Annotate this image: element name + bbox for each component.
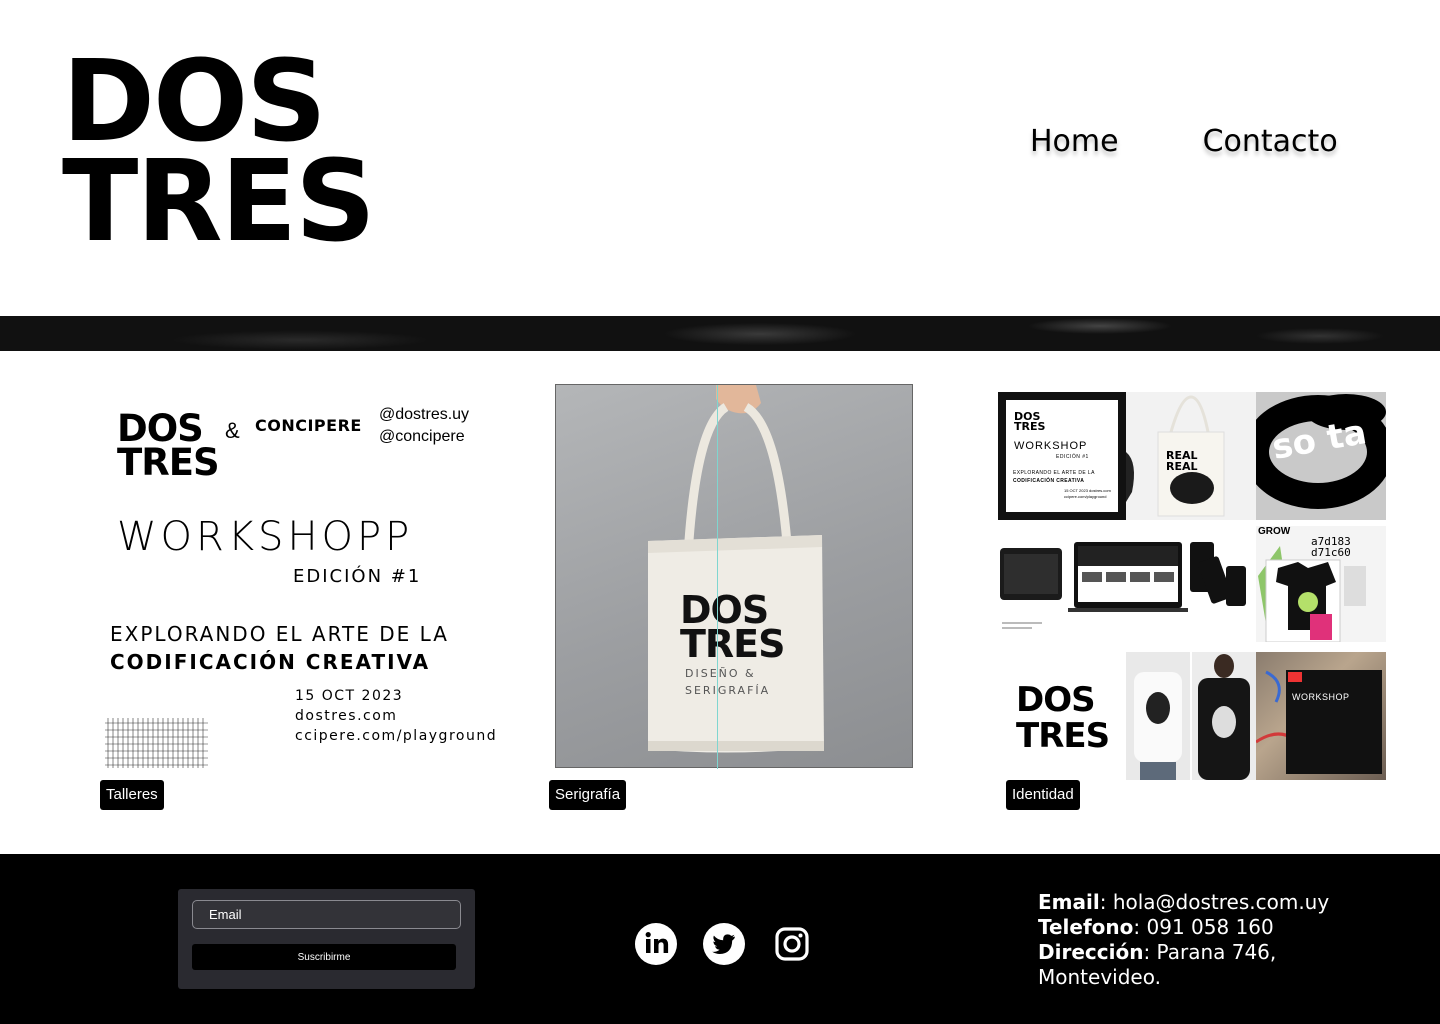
mini-expl: EXPLORANDO EL ARTE DE LA bbox=[1013, 470, 1095, 476]
nav-home[interactable]: Home bbox=[1030, 124, 1119, 159]
logo-line-2: TRES bbox=[62, 137, 376, 267]
poster-site-1: dostres.com bbox=[295, 708, 398, 724]
mini-logo-2: TRES bbox=[1014, 420, 1046, 433]
poster-handle-1: @dostres.uy bbox=[379, 406, 470, 423]
instagram-icon[interactable] bbox=[770, 922, 814, 966]
nav-contacto[interactable]: Contacto bbox=[1203, 124, 1338, 159]
tote-subtitle: DISEÑO & SERIGRAFÍA bbox=[685, 665, 770, 699]
tag-talleres[interactable]: Talleres bbox=[100, 780, 164, 810]
poster-grid-pattern bbox=[105, 718, 208, 768]
poster-logo: DOS TRES bbox=[117, 410, 220, 484]
collage-wall-workshop: WORKSHOP bbox=[1292, 692, 1350, 702]
collage-model-black bbox=[1192, 652, 1256, 780]
collage-code: a7d183 d71c60 bbox=[1311, 536, 1351, 558]
collage-big-logo-2: TRES bbox=[1016, 716, 1110, 756]
mini-info: 15 OCT 2023 dostres.com ccipere.com/play… bbox=[1064, 488, 1111, 499]
poster-site-2: ccipere.com/playground bbox=[295, 728, 498, 744]
subscribe-button[interactable]: Suscribirme bbox=[192, 944, 456, 970]
contact-email-value[interactable]: hola@dostres.com.uy bbox=[1113, 890, 1329, 914]
mini-logo: DOS TRES bbox=[1014, 411, 1046, 433]
contact-phone-label: Telefono bbox=[1038, 915, 1134, 939]
contact-address-label: Dirección bbox=[1038, 940, 1144, 964]
contact-email: Email: hola@dostres.com.uy bbox=[1038, 890, 1330, 914]
mini-cod: CODIFICACIÓN CREATIVA bbox=[1013, 478, 1085, 484]
contact-info: Email: hola@dostres.com.uy Telefono: 091… bbox=[1038, 890, 1338, 990]
identity-collage-image[interactable]: DOS TRES WORKSHOP EDICIÓN #1 EXPLORANDO … bbox=[998, 392, 1386, 782]
tote-sub-1: DISEÑO & bbox=[685, 667, 756, 680]
tag-identidad[interactable]: Identidad bbox=[1006, 780, 1080, 810]
mini-workshop: WORKSHOP bbox=[1014, 440, 1088, 452]
collage-wall-poster: WORKSHOP bbox=[1256, 652, 1386, 780]
site-logo[interactable]: DOS TRES bbox=[62, 46, 376, 267]
collage-mini-poster: DOS TRES WORKSHOP EDICIÓN #1 EXPLORANDO … bbox=[998, 392, 1126, 520]
collage-ring: so ta bbox=[1256, 392, 1386, 520]
contact-address: Dirección: Parana 746, Montevideo. bbox=[1038, 940, 1277, 989]
mini-edition: EDICIÓN #1 bbox=[1056, 454, 1089, 460]
poster-title: WORKSHOPP bbox=[117, 514, 414, 560]
contact-phone: Telefono: 091 058 160 bbox=[1038, 915, 1274, 939]
poster-date: 15 OCT 2023 bbox=[295, 688, 404, 704]
collage-code-2: d71c60 bbox=[1311, 546, 1351, 559]
tote-bag-illustration bbox=[648, 385, 824, 753]
poster-logo-line-2: TRES bbox=[117, 441, 220, 484]
linkedin-icon[interactable] bbox=[634, 922, 678, 966]
tote-logo: DOS TRES bbox=[680, 591, 786, 666]
tag-serigrafia[interactable]: Serigrafía bbox=[549, 780, 627, 810]
poster-edition: EDICIÓN #1 bbox=[293, 566, 422, 587]
site-header: DOS TRES Home Contacto bbox=[0, 0, 1440, 316]
poster-handle-2: @concipere bbox=[379, 428, 465, 445]
contact-email-label: Email bbox=[1038, 890, 1100, 914]
email-field[interactable] bbox=[192, 900, 461, 929]
collage-tshirt: GROW a7d183 d71c60 bbox=[1256, 526, 1386, 642]
collage-big-logo-text: DOS TRES bbox=[1016, 680, 1110, 756]
social-links bbox=[634, 922, 814, 966]
main-nav: Home Contacto bbox=[1030, 124, 1338, 159]
tote-bag-image[interactable]: DOS TRES DISEÑO & SERIGRAFÍA bbox=[555, 384, 913, 769]
texture-band bbox=[0, 316, 1440, 351]
twitter-icon[interactable] bbox=[702, 922, 746, 966]
contact-phone-value: 091 058 160 bbox=[1146, 915, 1274, 939]
newsletter-form: Suscribirme bbox=[178, 889, 475, 989]
workshop-poster-image[interactable]: DOS TRES & CONCIPERE @dostres.uy @concip… bbox=[100, 384, 500, 774]
collage-web-mockups bbox=[998, 528, 1256, 642]
tote-sub-2: SERIGRAFÍA bbox=[685, 684, 771, 697]
tote-logo-line-2: TRES bbox=[680, 622, 786, 666]
poster-info: 15 OCT 2023 dostres.com ccipere.com/play… bbox=[295, 686, 497, 746]
poster-line-2: CODIFICACIÓN CREATIVA bbox=[110, 650, 431, 674]
guide-line bbox=[717, 385, 718, 769]
poster-handles: @dostres.uy @concipere bbox=[379, 404, 469, 448]
poster-ampersand: & bbox=[225, 418, 240, 443]
collage-tote-text: REAL REAL bbox=[1166, 449, 1198, 473]
poster-partner-logo: CONCIPERE bbox=[255, 416, 362, 435]
site-footer: Suscribirme Email: hola@dostres.com.uy T… bbox=[0, 854, 1440, 1024]
poster-line-1: EXPLORANDO EL ARTE DE LA bbox=[110, 622, 449, 646]
collage-model-white bbox=[1126, 652, 1190, 780]
collage-tote: REAL REAL bbox=[1126, 392, 1256, 520]
collage-big-logo: DOS TRES bbox=[998, 652, 1126, 780]
collage-big-logo-1: DOS bbox=[1016, 680, 1096, 720]
